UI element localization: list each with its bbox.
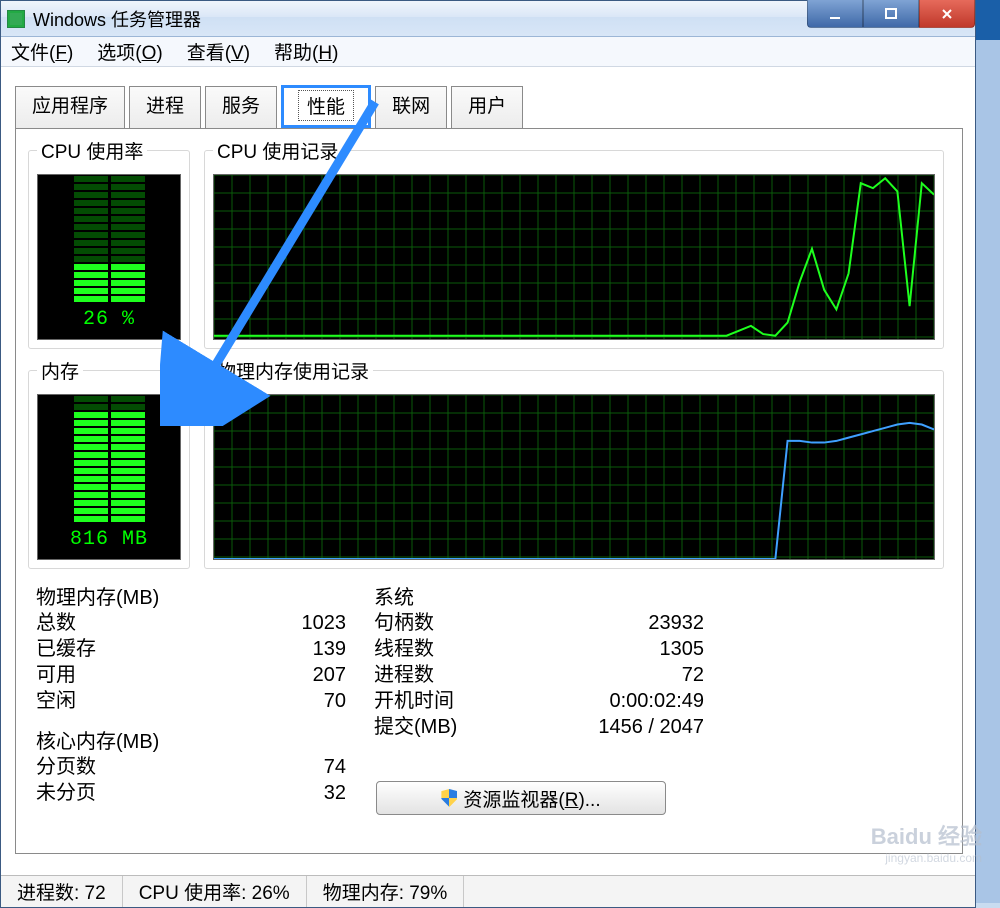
kernelmem-nonpaged: 32 [324, 780, 346, 806]
kernel-memory-stats: 核心内存(MB) 分页数 74 未分页 32 [36, 725, 346, 806]
system-handles: 23932 [648, 610, 704, 636]
tab-applications[interactable]: 应用程序 [15, 86, 125, 129]
resource-monitor-label: 资源监视器(R)... [463, 785, 600, 812]
minimize-button[interactable] [807, 0, 863, 28]
kernelmem-paged-label: 分页数 [36, 754, 96, 780]
tab-network[interactable]: 联网 [375, 86, 447, 129]
memory-box: 内存 816 MB [28, 357, 190, 569]
memory-gauge-value: 816 MB [70, 528, 148, 551]
cpu-gauge-value: 26 % [83, 308, 135, 331]
app-icon [7, 10, 25, 28]
window-title: Windows 任务管理器 [33, 6, 201, 32]
physmem-cached: 139 [313, 636, 346, 662]
system-threads: 1305 [660, 636, 705, 662]
cpu-history-title: CPU 使用记录 [213, 137, 342, 164]
status-cpu: CPU 使用率: 26% [123, 876, 307, 907]
physmem-total-label: 总数 [36, 610, 76, 636]
system-uptime-label: 开机时间 [374, 688, 454, 714]
memory-gauge-icon [70, 394, 148, 522]
tab-strip: 应用程序 进程 服务 性能 联网 用户 [1, 67, 975, 128]
uac-shield-icon [441, 789, 457, 807]
status-memory: 物理内存: 79% [307, 876, 465, 907]
physmem-total: 1023 [302, 610, 347, 636]
system-commit: 1456 / 2047 [598, 714, 704, 740]
system-uptime: 0:00:02:49 [609, 688, 704, 714]
menubar: 文件(F) 选项(O) 查看(V) 帮助(H) [1, 37, 975, 67]
cpu-usage-title: CPU 使用率 [37, 137, 147, 164]
memory-history-title: 物理内存使用记录 [213, 357, 373, 384]
physmem-title: 物理内存(MB) [36, 581, 346, 610]
system-threads-label: 线程数 [374, 636, 434, 662]
tab-processes[interactable]: 进程 [129, 86, 201, 129]
status-processes: 进程数: 72 [1, 876, 123, 907]
resource-monitor-button[interactable]: 资源监视器(R)... [376, 781, 666, 815]
kernelmem-nonpaged-label: 未分页 [36, 780, 96, 806]
memory-history-box: 物理内存使用记录 [204, 357, 944, 569]
tab-services[interactable]: 服务 [205, 86, 277, 129]
physical-memory-stats: 物理内存(MB) 总数 1023 已缓存 139 可用 207 空闲 70 [36, 581, 346, 714]
menu-view[interactable]: 查看(V) [187, 38, 250, 65]
physmem-free-label: 空闲 [36, 688, 76, 714]
physmem-avail-label: 可用 [36, 662, 76, 688]
cpu-history-chart [214, 175, 934, 339]
memory-title: 内存 [37, 357, 83, 384]
titlebar[interactable]: Windows 任务管理器 [1, 1, 975, 37]
close-button[interactable] [919, 0, 975, 28]
system-title: 系统 [374, 581, 704, 610]
maximize-button[interactable] [863, 0, 919, 28]
tab-performance[interactable]: 性能 [281, 85, 371, 128]
cpu-gauge-icon [70, 174, 148, 302]
physmem-free: 70 [324, 688, 346, 714]
system-procs: 72 [682, 662, 704, 688]
menu-help[interactable]: 帮助(H) [274, 38, 338, 65]
tab-performance-label: 性能 [298, 90, 354, 121]
system-commit-label: 提交(MB) [374, 714, 457, 740]
task-manager-window: Windows 任务管理器 文件(F) 选项(O) 查看(V) 帮助(H) 应用… [0, 0, 976, 908]
physmem-cached-label: 已缓存 [36, 636, 96, 662]
menu-options[interactable]: 选项(O) [97, 38, 162, 65]
cpu-usage-box: CPU 使用率 26 % [28, 137, 190, 349]
physmem-avail: 207 [313, 662, 346, 688]
kernelmem-paged: 74 [324, 754, 346, 780]
cpu-history-box: CPU 使用记录 [204, 137, 944, 349]
system-handles-label: 句柄数 [374, 610, 434, 636]
system-stats: 系统 句柄数 23932 线程数 1305 进程数 72 开机时间 0:00:02:49… [374, 581, 704, 740]
tab-users[interactable]: 用户 [451, 86, 523, 129]
performance-panel: CPU 使用率 26 % CPU 使用记录 内存 816 MB [15, 128, 963, 854]
statusbar: 进程数: 72 CPU 使用率: 26% 物理内存: 79% [1, 875, 975, 907]
kernelmem-title: 核心内存(MB) [36, 725, 346, 754]
memory-history-chart [214, 395, 934, 559]
system-procs-label: 进程数 [374, 662, 434, 688]
menu-file[interactable]: 文件(F) [11, 38, 73, 65]
